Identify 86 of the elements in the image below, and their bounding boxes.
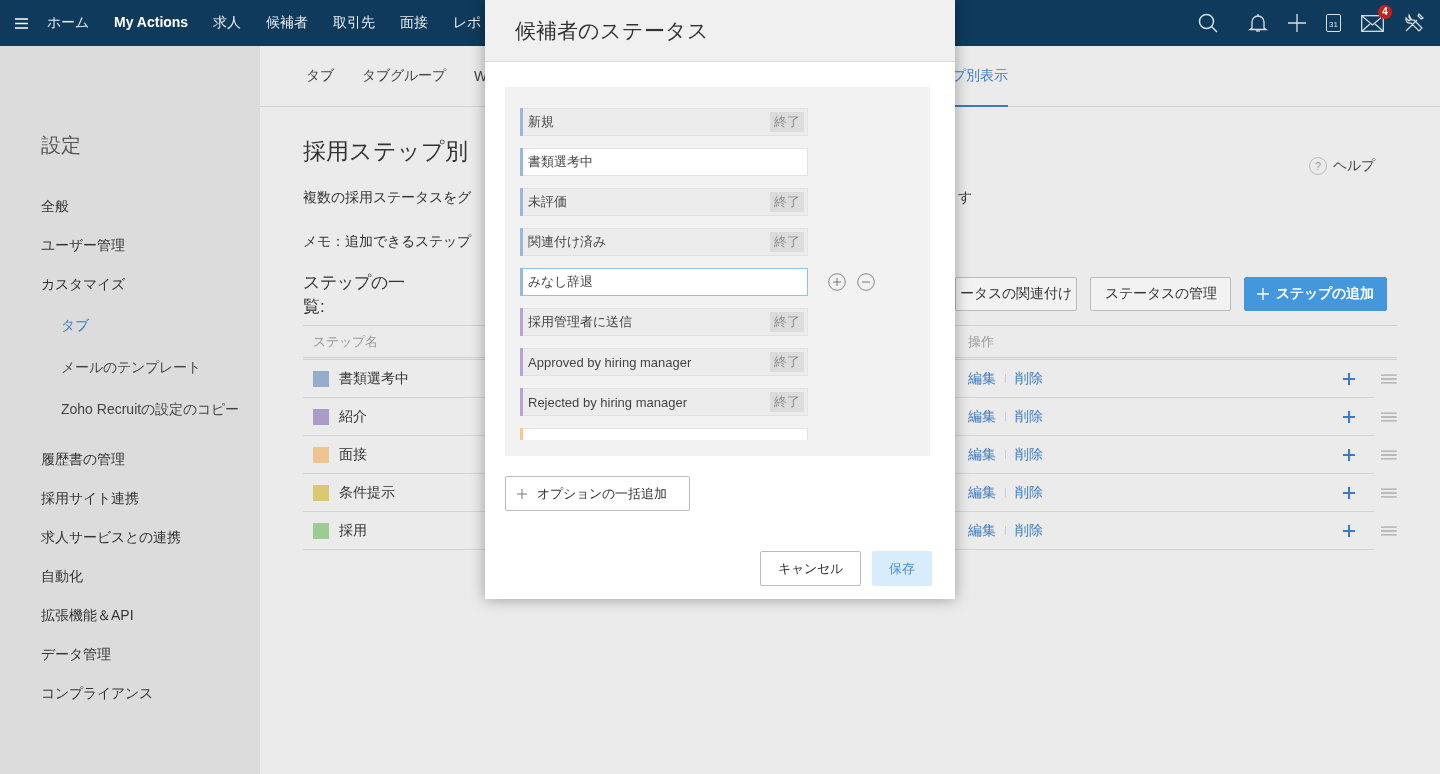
toolbar-button[interactable]: ータスの関連付け: [955, 277, 1077, 311]
sidebar-item[interactable]: 拡張機能＆API: [41, 596, 134, 635]
status-item[interactable]: 新規 終了: [520, 108, 808, 136]
search-icon[interactable]: [1198, 13, 1218, 33]
help-link[interactable]: ヘルプ: [1333, 157, 1375, 175]
drag-handle-icon[interactable]: [1381, 374, 1397, 384]
edit-link[interactable]: 編集: [968, 521, 996, 540]
tab[interactable]: タブ: [306, 46, 334, 107]
step-name: 条件提示: [339, 483, 395, 502]
delete-link[interactable]: 削除: [1015, 369, 1043, 388]
column-header: ステップ名: [313, 332, 378, 351]
sidebar-item[interactable]: 履歴書の管理: [41, 440, 125, 479]
count-badge: 4: [1378, 4, 1392, 19]
sidebar-item[interactable]: ユーザー管理: [41, 226, 125, 265]
plus-icon: [517, 488, 527, 499]
nav-item[interactable]: My Actions: [114, 14, 189, 32]
status-item[interactable]: 採用管理者に送信 終了: [520, 308, 808, 336]
status-label: 未評価: [528, 193, 567, 211]
sidebar-item[interactable]: メールのテンプレート: [61, 346, 201, 388]
sidebar-item[interactable]: 全般: [41, 187, 69, 226]
edit-link[interactable]: 編集: [968, 445, 996, 464]
description-text: 複数の採用ステータスをグ: [303, 189, 471, 205]
tools-icon[interactable]: [1404, 13, 1424, 33]
add-icon[interactable]: [1343, 410, 1356, 423]
plus-icon: [1257, 288, 1269, 300]
status-label: Approved by hiring manager: [528, 354, 692, 370]
step-name: 採用: [339, 521, 367, 540]
status-label: 関連付け済み: [528, 233, 606, 251]
edit-link[interactable]: 編集: [968, 483, 996, 502]
description-text: す: [958, 188, 972, 207]
status-label: 書類選考中: [528, 153, 593, 171]
status-label: 採用管理者に送信: [528, 313, 632, 331]
nav-item[interactable]: 候補者: [266, 14, 309, 32]
drag-handle-icon[interactable]: [1381, 526, 1397, 536]
status-item[interactable]: Approved by hiring manager 終了: [520, 348, 808, 376]
step-name: 書類選考中: [339, 369, 409, 388]
edit-link[interactable]: 編集: [968, 369, 996, 388]
page-title: 採用ステップ別: [303, 137, 468, 166]
sidebar-item[interactable]: 求人サービスとの連携: [41, 518, 181, 557]
nav-item[interactable]: レポ: [453, 14, 482, 32]
nav-item[interactable]: ホーム: [47, 14, 89, 32]
add-icon[interactable]: [1343, 486, 1356, 499]
step-name: 面接: [339, 445, 367, 464]
status-item[interactable]: 関連付け済み 終了: [520, 228, 808, 256]
status-label: 新規: [528, 113, 554, 131]
bell-icon[interactable]: [1248, 13, 1268, 33]
status-label: Rejected by hiring manager: [528, 394, 687, 410]
cancel-button[interactable]: キャンセル: [760, 551, 861, 586]
menu-icon[interactable]: [15, 17, 28, 29]
bulk-add-button[interactable]: オプションの一括追加: [505, 476, 690, 511]
nav-item[interactable]: 求人: [213, 14, 242, 32]
status-item[interactable]: Rejected by hiring manager 終了: [520, 388, 808, 416]
section-title: ステップの一覧:: [303, 272, 406, 318]
sidebar-item[interactable]: 自動化: [41, 557, 83, 596]
calendar-icon[interactable]: 31: [1326, 14, 1341, 32]
edit-link[interactable]: 編集: [968, 407, 996, 426]
step-name: 紹介: [339, 407, 367, 426]
sidebar-item[interactable]: 採用サイト連携: [41, 479, 139, 518]
drag-handle-icon[interactable]: [1381, 412, 1397, 422]
drag-handle-icon[interactable]: [1381, 488, 1397, 498]
memo-text: メモ：追加できるステップ: [303, 233, 471, 249]
remove-icon[interactable]: [857, 273, 875, 291]
sidebar-title: 設定: [41, 133, 82, 158]
delete-link[interactable]: 削除: [1015, 407, 1043, 426]
column-header: 操作: [968, 332, 994, 351]
mail-icon[interactable]: [1361, 14, 1384, 32]
dialog-title: 候補者のステータス: [515, 17, 709, 44]
input-field[interactable]: みなし辞退: [520, 268, 808, 296]
sidebar-item[interactable]: Zoho Recruitの設定のコピー: [61, 388, 240, 430]
sidebar-item[interactable]: データ管理: [41, 635, 111, 674]
status-item[interactable]: 未評価 終了: [520, 188, 808, 216]
drag-handle-icon[interactable]: [1381, 450, 1397, 460]
add-icon[interactable]: [1343, 524, 1356, 537]
add-icon[interactable]: [1343, 372, 1356, 385]
delete-link[interactable]: 削除: [1015, 483, 1043, 502]
sidebar-item[interactable]: カスタマイズ: [41, 265, 125, 304]
sidebar-item[interactable]: コンプライアンス: [41, 674, 153, 713]
status-item[interactable]: 書類選考中: [520, 148, 808, 176]
tab[interactable]: タブグループ: [362, 46, 446, 107]
add-icon[interactable]: [1343, 448, 1356, 461]
delete-link[interactable]: 削除: [1015, 445, 1043, 464]
nav-item[interactable]: 取引先: [333, 14, 376, 32]
nav-item[interactable]: 面接: [400, 14, 429, 32]
add-icon[interactable]: [828, 273, 846, 291]
delete-link[interactable]: 削除: [1015, 521, 1043, 540]
toolbar-button[interactable]: ステータスの管理: [1090, 277, 1231, 311]
